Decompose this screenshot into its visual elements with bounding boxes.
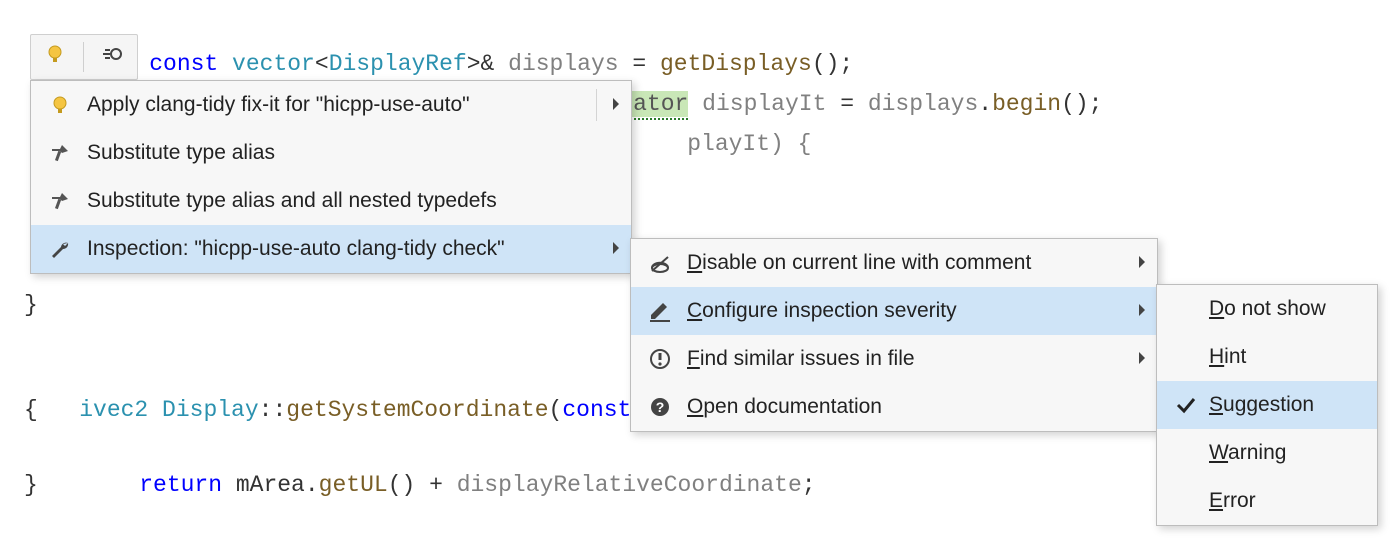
check-icon (1169, 393, 1203, 417)
menu-item-label: Find similar issues in file (677, 347, 1147, 371)
intention-bulb-gutter[interactable] (30, 34, 138, 80)
menu-item-label: Suggestion (1203, 393, 1367, 417)
hammer-icon (43, 141, 77, 165)
pen-icon (643, 299, 677, 323)
menu-item-suggestion[interactable]: Suggestion (1157, 381, 1377, 429)
severity-submenu: Do not show Hint Suggestion Warning Erro… (1156, 284, 1378, 526)
menu-item-label: Do not show (1203, 297, 1367, 321)
divider (83, 42, 84, 72)
code-line: } (24, 285, 38, 325)
menu-item-label: Configure inspection severity (677, 299, 1147, 323)
exclaim-icon (643, 347, 677, 371)
submenu-arrow-icon (1137, 251, 1147, 275)
menu-item-label: Apply clang-tidy fix-it for "hicpp-use-a… (77, 93, 621, 117)
svg-text:?: ? (656, 399, 665, 415)
menu-item-label: Error (1203, 489, 1367, 513)
divider (596, 89, 597, 121)
menu-item-error[interactable]: Error (1157, 477, 1377, 525)
menu-item-hint[interactable]: Hint (1157, 333, 1377, 381)
submenu-arrow-icon (611, 237, 621, 261)
menu-item-label: Substitute type alias (77, 141, 621, 165)
menu-item-label: Disable on current line with comment (677, 251, 1147, 275)
refactor-icon (101, 42, 125, 72)
question-icon: ? (643, 395, 677, 419)
menu-item-inspection[interactable]: Inspection: "hicpp-use-auto clang-tidy c… (31, 225, 631, 273)
menu-item-configure-severity[interactable]: Configure inspection severity (631, 287, 1157, 335)
code-line: playIt) { (632, 84, 811, 204)
menu-item-find-similar[interactable]: Find similar issues in file (631, 335, 1157, 383)
menu-item-label: Inspection: "hicpp-use-auto clang-tidy c… (77, 237, 621, 261)
submenu-arrow-icon (611, 93, 621, 117)
menu-item-substitute-alias-nested[interactable]: Substitute type alias and all nested typ… (31, 177, 631, 225)
disable-icon (643, 251, 677, 275)
menu-item-substitute-alias[interactable]: Substitute type alias (31, 129, 631, 177)
menu-item-warning[interactable]: Warning (1157, 429, 1377, 477)
menu-item-donotshow[interactable]: Do not show (1157, 285, 1377, 333)
wrench-icon (43, 237, 77, 261)
hammer-icon (43, 189, 77, 213)
menu-item-label: Substitute type alias and all nested typ… (77, 189, 621, 213)
submenu-arrow-icon (1137, 347, 1147, 371)
menu-item-disable-line[interactable]: Disable on current line with comment (631, 239, 1157, 287)
inspection-submenu: Disable on current line with comment Con… (630, 238, 1158, 432)
code-line: return mArea.getUL() + displayRelativeCo… (84, 425, 816, 545)
intention-menu: Apply clang-tidy fix-it for "hicpp-use-a… (30, 80, 632, 274)
code-line: } (24, 465, 38, 505)
code-line: { (24, 390, 38, 430)
menu-item-label: Open documentation (677, 395, 1147, 419)
menu-item-label: Hint (1203, 345, 1367, 369)
submenu-arrow-icon (1137, 299, 1147, 323)
bulb-icon (43, 42, 67, 72)
bulb-icon (43, 93, 77, 117)
menu-item-open-docs[interactable]: ? Open documentation (631, 383, 1157, 431)
menu-item-label: Warning (1203, 441, 1367, 465)
menu-item-apply-fixit[interactable]: Apply clang-tidy fix-it for "hicpp-use-a… (31, 81, 631, 129)
